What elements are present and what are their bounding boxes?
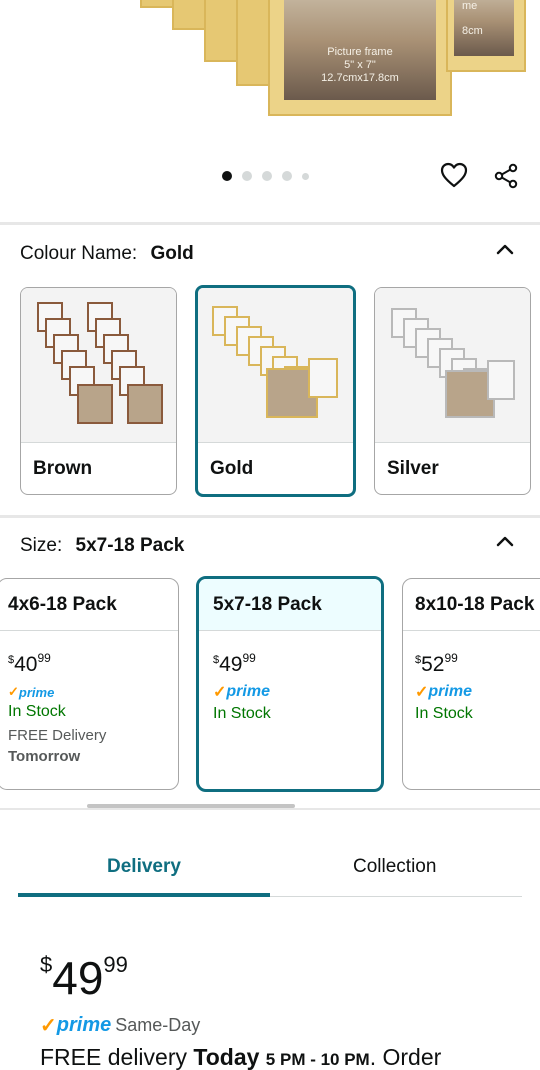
prime-check-icon: ✓ bbox=[40, 1015, 57, 1037]
chevron-up-icon bbox=[496, 536, 514, 547]
colour-option-brown[interactable]: Brown bbox=[20, 287, 177, 495]
prime-label: prime bbox=[18, 684, 55, 700]
price-whole: 49 bbox=[219, 653, 243, 676]
prime-badge: ✓ prime bbox=[213, 682, 381, 702]
stock-status: In Stock bbox=[415, 705, 473, 722]
size-option-price: $5299 bbox=[415, 647, 540, 676]
carousel-dot[interactable] bbox=[302, 172, 309, 180]
section-divider bbox=[0, 515, 540, 518]
size-option-title: 5x7-18 Pack bbox=[199, 579, 381, 631]
prime-label: prime bbox=[56, 1014, 112, 1036]
frame-thumb bbox=[308, 358, 338, 398]
size-option-4x6[interactable]: 4x6-18 Pack $4099 ✓ prime In Stock FREE D… bbox=[0, 578, 179, 790]
carousel-dot[interactable] bbox=[242, 171, 252, 181]
frame-photo-right: me 8cm bbox=[454, 0, 514, 56]
prime-label: prime bbox=[428, 683, 472, 700]
size-value: 5x7-18 Pack bbox=[75, 535, 185, 556]
photo-caption-line3: 12.7cmx17.8cm bbox=[321, 72, 399, 84]
prime-check-icon: ✓ bbox=[213, 684, 227, 701]
colour-option-silver[interactable]: Silver bbox=[374, 287, 531, 495]
colour-option-label: Brown bbox=[33, 458, 93, 479]
delivery-message: FREE delivery Today 5 PM - 10 PM. Order bbox=[40, 1044, 441, 1070]
delivery-day: Tomorrow bbox=[8, 748, 81, 765]
prime-badge: ✓ prime bbox=[8, 684, 178, 700]
prime-badge: ✓ prime bbox=[40, 1013, 111, 1038]
size-label-row: Size: 5x7-18 Pack bbox=[20, 535, 184, 557]
colour-option-gold[interactable]: Gold bbox=[195, 285, 356, 497]
colour-collapse-button[interactable] bbox=[494, 238, 516, 260]
frame-right: me 8cm bbox=[446, 0, 526, 72]
share-icon bbox=[494, 163, 518, 189]
frame-photo: Picture frame 5" x 7" 12.7cmx17.8cm bbox=[284, 0, 436, 100]
section-divider bbox=[0, 808, 540, 810]
carousel-dot[interactable] bbox=[262, 171, 272, 181]
delivery-window: 5 PM - 10 PM bbox=[265, 1050, 370, 1069]
tab-active-indicator bbox=[18, 893, 270, 897]
same-day-label: Same-Day bbox=[115, 1015, 201, 1035]
price-cents: 99 bbox=[242, 651, 256, 665]
colour-label: Colour Name: bbox=[20, 243, 138, 264]
prime-check-icon: ✓ bbox=[415, 684, 429, 701]
stock-status: In Stock bbox=[213, 705, 271, 722]
frame-thumb bbox=[77, 384, 113, 424]
size-collapse-button[interactable] bbox=[494, 530, 516, 552]
frame-thumb bbox=[127, 384, 163, 424]
prime-check-icon: ✓ bbox=[8, 684, 19, 699]
wishlist-button[interactable] bbox=[438, 159, 470, 191]
delivery-prefix: FREE delivery bbox=[40, 1044, 187, 1070]
photo-caption-line2: 5" x 7" bbox=[344, 59, 376, 71]
frame-main: Picture frame 5" x 7" 12.7cmx17.8cm bbox=[268, 0, 452, 116]
carousel-dots[interactable] bbox=[222, 171, 309, 181]
photo-caption-right-line2: 8cm bbox=[462, 25, 483, 37]
price-cents: 99 bbox=[444, 651, 458, 665]
currency-symbol: $ bbox=[40, 952, 53, 977]
price-whole: 52 bbox=[421, 653, 445, 676]
tab-collection[interactable]: Collection bbox=[353, 856, 436, 878]
size-option-price: $4099 bbox=[8, 647, 178, 676]
tab-delivery[interactable]: Delivery bbox=[107, 856, 181, 878]
size-option-5x7[interactable]: 5x7-18 Pack $4999 ✓ prime In Stock bbox=[196, 576, 384, 792]
size-option-title: 8x10-18 Pack bbox=[403, 579, 540, 631]
size-option-price: $4999 bbox=[213, 647, 381, 676]
colour-value: Gold bbox=[150, 243, 194, 264]
price-whole: 40 bbox=[14, 653, 38, 676]
photo-caption: Picture frame 5" x 7" 12.7cmx17.8cm bbox=[284, 46, 436, 85]
colour-option-label: Gold bbox=[210, 458, 254, 479]
photo-caption-right-line1: me bbox=[462, 0, 478, 12]
colour-label-row: Colour Name: Gold bbox=[20, 243, 194, 265]
product-image-carousel[interactable]: Picture frame 5" x 7" 12.7cmx17.8cm me 8… bbox=[0, 0, 540, 222]
swatch-image-gold bbox=[198, 288, 353, 443]
colour-option-label: Silver bbox=[387, 458, 439, 479]
chevron-up-icon bbox=[496, 244, 514, 255]
delivery-note: FREE Delivery bbox=[8, 727, 107, 744]
share-button[interactable] bbox=[490, 160, 522, 192]
stock-status: In Stock bbox=[8, 703, 66, 720]
section-divider bbox=[0, 222, 540, 225]
price-whole: 49 bbox=[52, 952, 104, 1004]
size-label: Size: bbox=[20, 535, 63, 556]
size-option-title: 4x6-18 Pack bbox=[0, 579, 178, 631]
heart-outline-icon bbox=[440, 162, 468, 188]
delivery-day: Today bbox=[193, 1044, 260, 1070]
frame-thumb bbox=[487, 360, 515, 400]
swatch-image-brown bbox=[21, 288, 176, 443]
delivery-suffix: . Order bbox=[369, 1044, 442, 1070]
prime-same-day: ✓ prime Same-Day bbox=[40, 1013, 200, 1038]
price-cents: 99 bbox=[103, 952, 128, 977]
prime-badge: ✓ prime bbox=[415, 682, 540, 702]
carousel-dot[interactable] bbox=[222, 171, 232, 181]
carousel-dot[interactable] bbox=[282, 171, 292, 181]
price-cents: 99 bbox=[37, 651, 51, 665]
size-option-8x10[interactable]: 8x10-18 Pack $5299 ✓ prime In Stock bbox=[402, 578, 540, 790]
photo-caption-right: me 8cm bbox=[462, 0, 483, 38]
photo-caption-line1: Picture frame bbox=[327, 46, 393, 58]
buybox-price: $4999 bbox=[40, 940, 128, 1003]
prime-label: prime bbox=[226, 683, 270, 700]
swatch-image-silver bbox=[375, 288, 530, 443]
